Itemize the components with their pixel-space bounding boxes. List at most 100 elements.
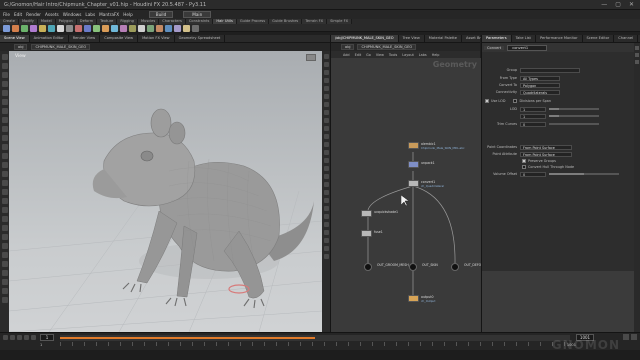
menu-windows[interactable]: Windows — [63, 12, 82, 17]
display-option-icon[interactable] — [323, 142, 329, 147]
shelf-tab[interactable]: Model — [37, 19, 56, 24]
menu-assets[interactable]: Assets — [45, 12, 59, 17]
offset-slider[interactable] — [549, 173, 619, 175]
shelf-tool-icon[interactable] — [48, 25, 55, 32]
display-option-icon[interactable] — [323, 110, 329, 115]
display-option-icon[interactable] — [323, 182, 329, 187]
convert-hull-checkbox[interactable] — [522, 165, 526, 169]
node-body[interactable] — [409, 263, 417, 271]
network-menu-item[interactable]: Edit — [355, 53, 362, 57]
chipmunk-model[interactable] — [92, 108, 314, 309]
display-option-icon[interactable] — [323, 214, 329, 219]
viewport-tool-icon[interactable] — [1, 144, 8, 150]
display-option-icon[interactable] — [323, 78, 329, 83]
shelf-tool-icon[interactable] — [39, 25, 46, 32]
menu-file[interactable]: File — [3, 12, 10, 17]
network-menu-item[interactable]: View — [376, 53, 384, 57]
viewport-tool-icon[interactable] — [1, 189, 8, 195]
viewport-tool-icon[interactable] — [1, 234, 8, 240]
display-option-icon[interactable] — [323, 222, 329, 227]
pin-icon[interactable] — [635, 60, 639, 64]
viewport-tab[interactable]: Composite View — [100, 35, 139, 42]
viewport-tool-icon[interactable] — [1, 63, 8, 69]
display-option-icon[interactable] — [323, 254, 329, 259]
node-body[interactable] — [408, 142, 419, 149]
display-option-icon[interactable] — [323, 198, 329, 203]
network-node[interactable]: OUT_SKIN — [409, 263, 438, 271]
viewport-tab[interactable]: Motion FX View — [138, 35, 175, 42]
viewport-tool-icon[interactable] — [1, 261, 8, 267]
viewport-tool-icon[interactable] — [1, 54, 8, 60]
shelf-tab[interactable]: Texture — [97, 19, 118, 24]
viewport-tool-icon[interactable] — [1, 90, 8, 96]
network-menu-item[interactable]: Go — [366, 53, 371, 57]
net-crumb-geo[interactable]: CHIPMUNK_MALE_SKIN_GEO — [357, 44, 417, 50]
viewport-tool-icon[interactable] — [1, 216, 8, 222]
network-node[interactable]: convert1 ch_Quadrilateral — [408, 180, 444, 188]
node-body[interactable] — [408, 295, 419, 302]
shelf-tab[interactable]: Hair Utils — [213, 19, 237, 24]
shelf-tool-icon[interactable] — [84, 25, 91, 32]
from-type-dropdown[interactable]: All Types — [520, 75, 560, 81]
point-coords-dropdown[interactable]: From Point Surface — [520, 144, 572, 150]
display-option-icon[interactable] — [323, 150, 329, 155]
network-node[interactable]: alembic1 Chipmunk_Male_SKIN_MDL.abc — [408, 142, 465, 150]
node-name-field[interactable]: convert1 — [507, 44, 548, 51]
shelf-tool-icon[interactable] — [120, 25, 127, 32]
viewport-tool-icon[interactable] — [1, 207, 8, 213]
viewport-tool-icon[interactable] — [1, 72, 8, 78]
shelf-tool-icon[interactable] — [66, 25, 73, 32]
shelf-tab[interactable]: Guide Process — [236, 19, 270, 24]
key-icon[interactable] — [623, 334, 629, 340]
point-attr-dropdown[interactable]: From Point Surface — [520, 151, 572, 157]
parameter-tab[interactable]: Take List — [512, 35, 536, 42]
viewport-tool-icon[interactable] — [1, 171, 8, 177]
display-option-icon[interactable] — [323, 238, 329, 243]
divisions-radio[interactable] — [513, 99, 518, 103]
display-option-icon[interactable] — [323, 230, 329, 235]
v-divisions-field[interactable]: 1 — [520, 113, 546, 119]
viewport-tool-icon[interactable] — [1, 126, 8, 132]
network-node[interactable]: output0 ch_Output — [408, 295, 435, 303]
shelf-tab[interactable]: Modify — [18, 19, 38, 24]
viewport-tool-icon[interactable] — [1, 135, 8, 141]
net-crumb-obj[interactable]: obj — [341, 44, 355, 50]
parameter-tab[interactable]: Channel — [614, 35, 639, 42]
shelf-tool-icon[interactable] — [147, 25, 154, 32]
network-canvas[interactable]: Geometry alembic1 Chipmunk_Male_SKIN_MDL.… — [331, 58, 481, 332]
shelf-tool-icon[interactable] — [165, 25, 172, 32]
menu-help[interactable]: Help — [123, 12, 133, 17]
parameter-tab[interactable]: Performance Monitor — [536, 35, 583, 42]
preserve-groups-checkbox[interactable] — [522, 159, 526, 163]
shelf-tool-icon[interactable] — [138, 25, 145, 32]
view-label[interactable]: View — [15, 54, 26, 59]
network-tab[interactable]: Tree View — [399, 35, 425, 42]
network-node[interactable]: unpack1 — [408, 161, 435, 168]
shelf-tab[interactable]: Muscles — [137, 19, 160, 24]
play-end-icon[interactable] — [31, 335, 36, 340]
viewport-tool-icon[interactable] — [1, 252, 8, 258]
play-start-icon[interactable] — [3, 335, 8, 340]
viewport-tool-icon[interactable] — [1, 108, 8, 114]
play-icon[interactable] — [17, 335, 22, 340]
display-option-icon[interactable] — [323, 102, 329, 107]
realtime-icon[interactable] — [631, 334, 637, 340]
network-tab[interactable]: Material Palette — [425, 35, 462, 42]
display-option-icon[interactable] — [323, 206, 329, 211]
node-body[interactable] — [361, 210, 372, 217]
node-body[interactable] — [451, 263, 459, 271]
viewport-tool-icon[interactable] — [1, 270, 8, 276]
help-icon[interactable] — [635, 53, 639, 57]
network-node[interactable]: uvquickshade1 — [361, 210, 398, 217]
viewport-tool-icon[interactable] — [1, 297, 8, 303]
viewport-tab[interactable]: Geometry Spreadsheet — [175, 35, 226, 42]
display-option-icon[interactable] — [323, 118, 329, 123]
trim-field[interactable]: 0 — [520, 121, 546, 127]
parameter-tab[interactable]: Parameters — [482, 35, 512, 42]
network-menu-item[interactable]: Add — [343, 53, 350, 57]
shelf-tab[interactable]: Create — [0, 19, 19, 24]
shelf-tool-icon[interactable] — [156, 25, 163, 32]
network-node[interactable]: OUT_GROOM_MESH_ — [364, 263, 410, 271]
shelf-tab[interactable]: Guide Brushes — [269, 19, 303, 24]
shelf-tool-icon[interactable] — [102, 25, 109, 32]
